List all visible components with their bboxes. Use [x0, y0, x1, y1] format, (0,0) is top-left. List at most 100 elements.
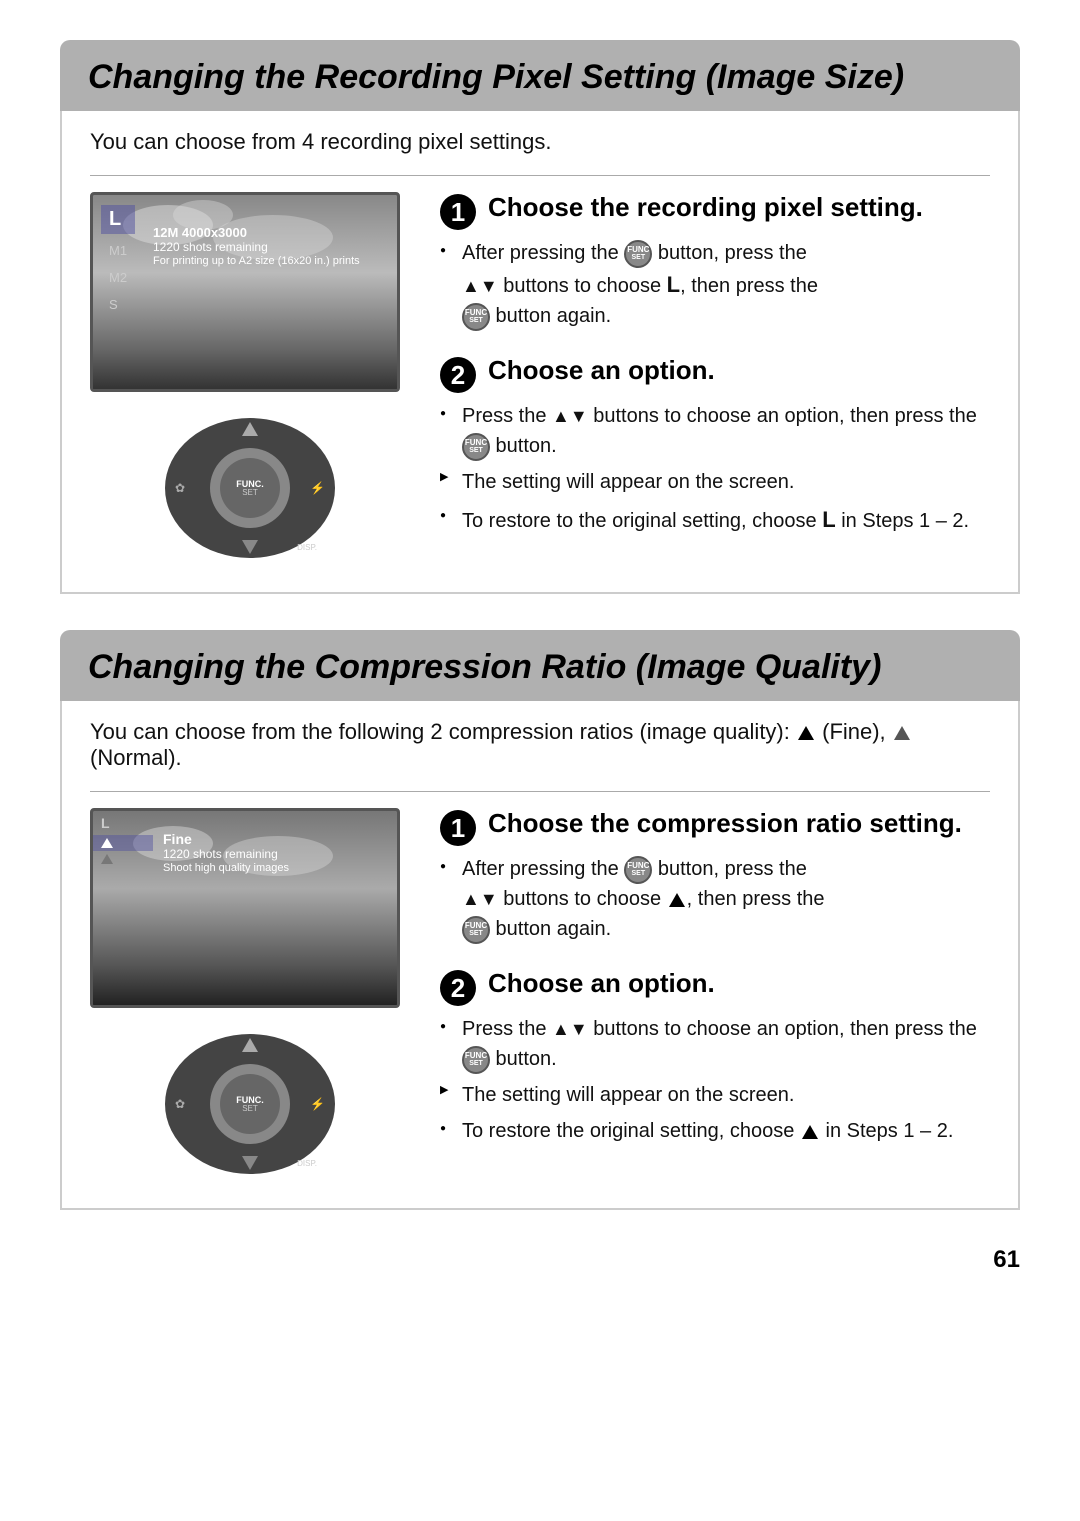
cam-M2-label: M2: [109, 270, 127, 285]
section1-content: L M1 M2 S 12M 4000x300: [90, 192, 990, 568]
cam-quality-L: L: [93, 811, 153, 835]
updown-icon-1: ▲▼: [462, 276, 498, 296]
dial-disp-label-1: DISP.: [297, 543, 317, 552]
section1-step2-body: Press the ▲▼ buttons to choose an option…: [440, 401, 990, 536]
dial-center-2: FUNC. SET: [220, 1074, 280, 1134]
section1-step1-title: Choose the recording pixel setting.: [488, 192, 923, 223]
cam-note-text: For printing up to A2 size (16x20 in.) p…: [153, 254, 360, 268]
func-icon-inline-6: FUNCSET: [462, 1046, 490, 1074]
section2-content: L Fine 1220 shots remaining: [90, 808, 990, 1184]
updown-icon-3: ▲▼: [462, 889, 498, 909]
func-btn-1: ✿ ⚡ DISP. FUNC. SET: [150, 408, 350, 568]
fine-tri-step2: [802, 1125, 818, 1139]
dial-inner-2: FUNC. SET: [210, 1064, 290, 1144]
cam-L-label: L: [109, 208, 121, 231]
section1-step1-bullets: After pressing the FUNCSET button, press…: [440, 238, 990, 331]
section1-step1-bullet1: After pressing the FUNCSET button, press…: [440, 238, 990, 331]
section2-step1-bullets: After pressing the FUNCSET button, press…: [440, 854, 990, 944]
cam-quality-fine-row: [93, 835, 153, 851]
fine-tri-icon-menu: [101, 838, 113, 848]
section2-step1-body: After pressing the FUNCSET button, press…: [440, 854, 990, 944]
cam-menu-list: L M1 M2 S: [101, 205, 135, 315]
cam-quality-normal-row: [93, 851, 153, 867]
section1-step1: 1 Choose the recording pixel setting. Af…: [440, 192, 990, 331]
section1-header: Changing the Recording Pixel Setting (Im…: [60, 40, 1020, 111]
section2-step1-num: 1: [440, 810, 476, 846]
updown-icon-2: ▲▼: [552, 406, 588, 426]
cam-menu-L: L: [101, 205, 135, 234]
func-dial-2: ✿ ⚡ DISP. FUNC. SET: [165, 1034, 335, 1174]
dial-outer-1: ✿ ⚡ DISP. FUNC. SET: [165, 418, 335, 558]
func-btn-2: ✿ ⚡ DISP. FUNC. SET: [150, 1024, 350, 1184]
section2-step1-header: 1 Choose the compression ratio setting.: [440, 808, 990, 846]
section1-step2-bullets: Press the ▲▼ buttons to choose an option…: [440, 401, 990, 536]
section1-step2-title: Choose an option.: [488, 355, 715, 386]
dial-arrow-down-2: [242, 1156, 258, 1170]
section2: Changing the Compression Ratio (Image Qu…: [60, 630, 1020, 1210]
dial-arrow-up-2: [242, 1038, 258, 1052]
dial-center-1: FUNC. SET: [220, 458, 280, 518]
section1-step1-num: 1: [440, 194, 476, 230]
section2-step2-bullet1: Press the ▲▼ buttons to choose an option…: [440, 1014, 990, 1074]
divider1: [90, 175, 990, 176]
section2-step1-title: Choose the compression ratio setting.: [488, 808, 962, 839]
func-dial-1: ✿ ⚡ DISP. FUNC. SET: [165, 418, 335, 558]
L-choice-2: L: [822, 507, 835, 532]
cam-M1-label: M1: [109, 243, 127, 258]
cam-menu-M2: M2: [101, 267, 135, 288]
section2-step2-num: 2: [440, 970, 476, 1006]
section2-right: 1 Choose the compression ratio setting. …: [440, 808, 990, 1184]
func-icon-inline-3: FUNCSET: [462, 433, 490, 461]
section1-title: Changing the Recording Pixel Setting (Im…: [88, 58, 992, 97]
dial-inner-1: FUNC. SET: [210, 448, 290, 528]
dial-disp-label-2: DISP.: [297, 1159, 317, 1168]
section1-body: You can choose from 4 recording pixel se…: [60, 111, 1020, 594]
updown-icon-4: ▲▼: [552, 1019, 588, 1039]
section2-title: Changing the Compression Ratio (Image Qu…: [88, 648, 992, 687]
cam-shots-text: 1220 shots remaining: [153, 240, 360, 254]
section1-step2-header: 2 Choose an option.: [440, 355, 990, 393]
func-icon-inline-2: FUNCSET: [462, 303, 490, 331]
divider2: [90, 791, 990, 792]
L-choice-1: L: [667, 272, 680, 297]
dial-set-text-2: SET: [242, 1105, 258, 1113]
func-icon-inline-4: FUNCSET: [624, 856, 652, 884]
dial-left-icon-1: ✿: [175, 481, 185, 495]
fine-tri-intro: [798, 726, 814, 740]
section1-right: 1 Choose the recording pixel setting. Af…: [440, 192, 990, 568]
dial-set-text-1: SET: [242, 489, 258, 497]
section1-step1-header: 1 Choose the recording pixel setting.: [440, 192, 990, 230]
cam-S-label: S: [109, 297, 118, 312]
func-icon-inline-5: FUNCSET: [462, 916, 490, 944]
section2-step2-bullet3: To restore the original setting, choose …: [440, 1116, 990, 1146]
section2-step2-title: Choose an option.: [488, 968, 715, 999]
section1-left: L M1 M2 S 12M 4000x300: [90, 192, 410, 568]
cam-fine-shots: 1220 shots remaining: [163, 847, 289, 861]
section2-step2: 2 Choose an option. Press the ▲▼ buttons…: [440, 968, 990, 1146]
section1-step2-bullet2: The setting will appear on the screen.: [440, 467, 990, 497]
section2-step1-bullet1: After pressing the FUNCSET button, press…: [440, 854, 990, 944]
section1-step2-bullet1: Press the ▲▼ buttons to choose an option…: [440, 401, 990, 461]
page-number: 61: [60, 1246, 1020, 1274]
section2-header: Changing the Compression Ratio (Image Qu…: [60, 630, 1020, 701]
section1-step1-body: After pressing the FUNCSET button, press…: [440, 238, 990, 331]
cam-fine-desc: Shoot high quality images: [163, 861, 289, 875]
cam-fine-label: Fine: [163, 831, 289, 847]
section2-step2-header: 2 Choose an option.: [440, 968, 990, 1006]
dial-right-icon-1: ⚡: [310, 481, 325, 495]
section2-left: L Fine 1220 shots remaining: [90, 808, 410, 1184]
dial-arrow-down-1: [242, 540, 258, 554]
dial-left-icon-2: ✿: [175, 1097, 185, 1111]
section2-step1: 1 Choose the compression ratio setting. …: [440, 808, 990, 944]
cam-menu-S: S: [101, 294, 135, 315]
normal-tri-icon-menu: [101, 854, 113, 864]
section2-step2-bullet2: The setting will appear on the screen.: [440, 1080, 990, 1110]
section1-step2: 2 Choose an option. Press the ▲▼ buttons…: [440, 355, 990, 536]
dial-right-icon-2: ⚡: [310, 1097, 325, 1111]
cam-fine-info: Fine 1220 shots remaining Shoot high qua…: [163, 831, 289, 875]
section2-step2-bullets: Press the ▲▼ buttons to choose an option…: [440, 1014, 990, 1146]
section1: Changing the Recording Pixel Setting (Im…: [60, 40, 1020, 594]
cam-quality-menu: L: [93, 811, 153, 867]
dial-arrow-up-1: [242, 422, 258, 436]
cam-menu-M1: M1: [101, 240, 135, 261]
